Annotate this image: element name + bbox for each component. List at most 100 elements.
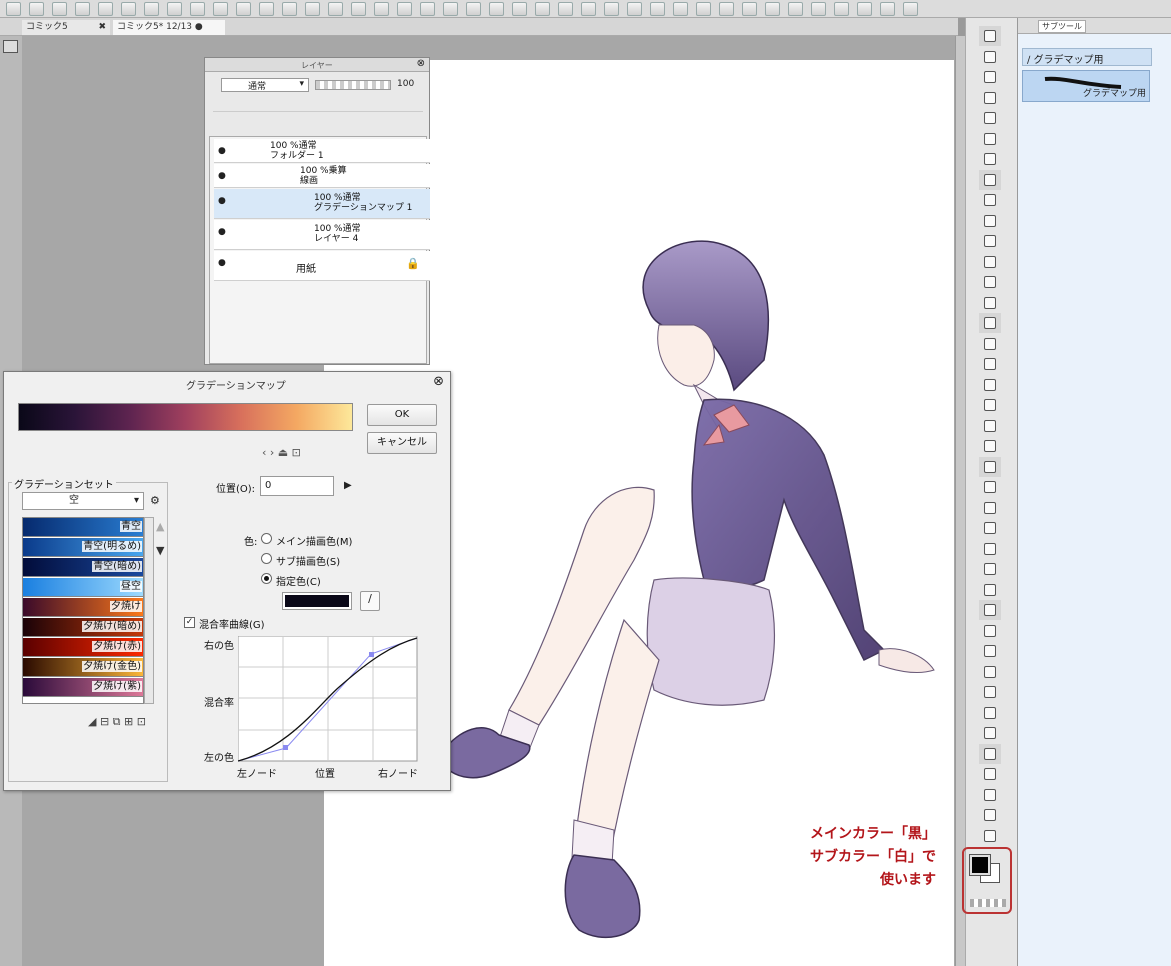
tool-button[interactable]: [979, 477, 1001, 497]
chevron-right-icon[interactable]: ▶: [344, 480, 352, 491]
opacity-slider[interactable]: [315, 80, 391, 90]
toolbar-button[interactable]: [259, 2, 274, 16]
tool-button[interactable]: [979, 395, 1001, 415]
toolbar-button[interactable]: [374, 2, 389, 16]
tool-button[interactable]: [979, 826, 1001, 846]
mix-curve-graph[interactable]: [238, 636, 418, 762]
mix-curve-checkbox[interactable]: ✓: [184, 617, 195, 628]
arrow-up-icon[interactable]: ▲: [156, 520, 164, 533]
tool-button[interactable]: [979, 293, 1001, 313]
tool-button[interactable]: [979, 211, 1001, 231]
tool-button[interactable]: [979, 231, 1001, 251]
main-color-swatch[interactable]: [969, 854, 991, 876]
tool-button[interactable]: [979, 375, 1001, 395]
toolbar-button[interactable]: [29, 2, 44, 16]
tool-button[interactable]: [979, 67, 1001, 87]
gradation-set-list[interactable]: 青空 青空(明るめ) 青空(暗め) 昼空 夕焼け 夕焼け(暗め) 夕焼け(赤) 夕焼け(金色)…: [22, 517, 144, 704]
layer-paper[interactable]: ● 用紙 🔒: [214, 251, 430, 281]
eye-icon[interactable]: ●: [218, 171, 226, 181]
gradation-set-item[interactable]: 夕焼け(暗め): [23, 618, 143, 637]
toolbar-button[interactable]: [788, 2, 803, 16]
tool-button[interactable]: [979, 805, 1001, 825]
radio-main-color[interactable]: [261, 533, 272, 544]
tool-button[interactable]: [979, 47, 1001, 67]
layer-4[interactable]: ● 100 %通常 レイヤー 4: [214, 220, 430, 250]
transparent-color-swatch[interactable]: [970, 899, 1006, 907]
toolbar-button[interactable]: [6, 2, 21, 16]
toolbar-button[interactable]: [719, 2, 734, 16]
eye-icon[interactable]: ●: [218, 196, 226, 206]
toolbar-button[interactable]: [650, 2, 665, 16]
toolbar-button[interactable]: [627, 2, 642, 16]
tool-button[interactable]: [979, 456, 1001, 477]
tool-button[interactable]: [979, 272, 1001, 292]
tab-comic5-active[interactable]: コミック5* 12/13 ●: [113, 20, 225, 35]
tool-button[interactable]: [979, 559, 1001, 579]
tool-button[interactable]: [979, 518, 1001, 538]
position-input[interactable]: 0: [260, 476, 334, 496]
toolbar-button[interactable]: [742, 2, 757, 16]
toolbar-button[interactable]: [75, 2, 90, 16]
toolbar-button[interactable]: [765, 2, 780, 16]
toolbar-button[interactable]: [328, 2, 343, 16]
tool-button[interactable]: [979, 313, 1001, 333]
blend-mode-select[interactable]: 通常 ▾: [221, 78, 309, 92]
tool-button[interactable]: [979, 600, 1001, 620]
tab-comic5[interactable]: コミック5 ✖: [22, 20, 110, 35]
eye-icon[interactable]: ●: [218, 258, 226, 268]
gradation-set-item[interactable]: 夕焼け: [23, 598, 143, 617]
tool-button[interactable]: [979, 169, 1001, 190]
settings-icon[interactable]: ⚙: [150, 494, 160, 507]
toolbar-button[interactable]: [443, 2, 458, 16]
canvas-vertical-scrollbar[interactable]: [955, 36, 965, 966]
gradation-set-select[interactable]: 空 ▾: [22, 492, 144, 510]
toolbar-button[interactable]: [351, 2, 366, 16]
cancel-button[interactable]: キャンセル: [367, 432, 437, 454]
toolbar-button[interactable]: [880, 2, 895, 16]
tool-button[interactable]: [979, 580, 1001, 600]
gradation-set-item[interactable]: 夕焼け(紫): [23, 678, 143, 697]
window-icon[interactable]: [3, 40, 18, 53]
tool-button[interactable]: [979, 703, 1001, 723]
eye-icon[interactable]: ●: [218, 227, 226, 237]
toolbar-button[interactable]: [397, 2, 412, 16]
arrow-down-icon[interactable]: ▼: [156, 544, 164, 557]
toolbar-button[interactable]: [213, 2, 228, 16]
tool-button[interactable]: [979, 498, 1001, 518]
toolbar-button[interactable]: [857, 2, 872, 16]
close-icon[interactable]: ⊗: [417, 58, 425, 69]
tool-button[interactable]: [979, 416, 1001, 436]
tool-button[interactable]: [979, 785, 1001, 805]
gradation-set-item[interactable]: 青空(明るめ): [23, 538, 143, 557]
tool-button[interactable]: [979, 621, 1001, 641]
toolbar-button[interactable]: [466, 2, 481, 16]
toolbar-button[interactable]: [903, 2, 918, 16]
toolbar-button[interactable]: [696, 2, 711, 16]
gradient-bar[interactable]: [18, 403, 353, 431]
layer-gradient-map[interactable]: ● 100 %通常 グラデーションマップ 1: [214, 189, 430, 219]
eye-icon[interactable]: ●: [218, 146, 226, 156]
tool-button[interactable]: [979, 129, 1001, 149]
tool-button[interactable]: [979, 662, 1001, 682]
tool-button[interactable]: [979, 539, 1001, 559]
tool-button[interactable]: [979, 26, 1001, 46]
toolbar-button[interactable]: [512, 2, 527, 16]
tool-button[interactable]: [979, 334, 1001, 354]
tool-button[interactable]: [979, 190, 1001, 210]
toolbar-button[interactable]: [420, 2, 435, 16]
toolbar-button[interactable]: [834, 2, 849, 16]
gradation-set-item[interactable]: 昼空: [23, 578, 143, 597]
tool-button[interactable]: [979, 252, 1001, 272]
toolbar-button[interactable]: [535, 2, 550, 16]
toolbar-button[interactable]: [121, 2, 136, 16]
tool-button[interactable]: [979, 436, 1001, 456]
toolbar-button[interactable]: [98, 2, 113, 16]
subtool-item[interactable]: グラデマップ用: [1022, 70, 1150, 102]
toolbar-button[interactable]: [167, 2, 182, 16]
layer-folder-1[interactable]: ● 100 %通常 フォルダー 1: [214, 139, 430, 163]
gradation-set-item[interactable]: 夕焼け(赤): [23, 638, 143, 657]
node-nav[interactable]: ‹ › ⏏ ⊡: [262, 446, 301, 459]
subtool-group[interactable]: ∕ グラデマップ用: [1022, 48, 1152, 66]
toolbar-button[interactable]: [581, 2, 596, 16]
gradation-set-item[interactable]: 青空: [23, 518, 143, 537]
